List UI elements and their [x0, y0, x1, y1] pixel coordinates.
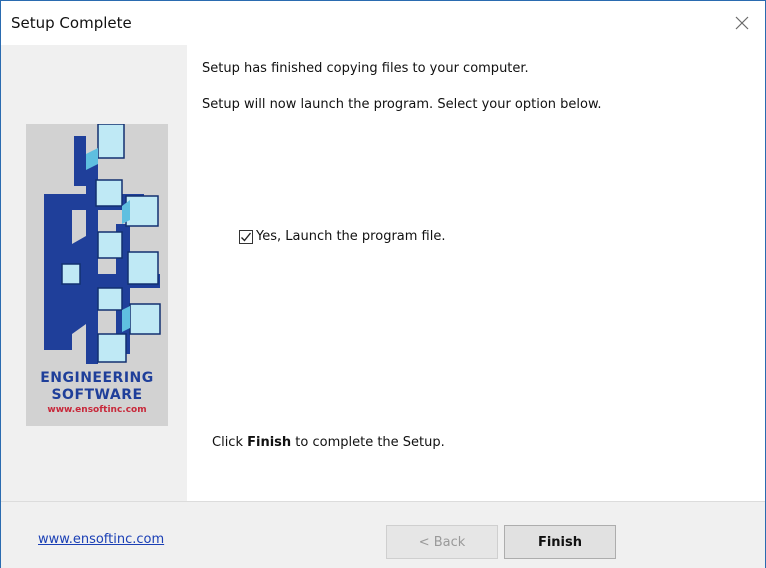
setup-dialog: Setup Complete ENGINEERING SOFTWARE www.…	[0, 0, 766, 568]
logo-graphic-icon	[44, 124, 161, 364]
finish-instruction: Click Finish to complete the Setup.	[212, 435, 445, 450]
copied-message: Setup has finished copying files to your…	[202, 61, 529, 76]
finish-button[interactable]: Finish	[504, 525, 616, 559]
finish-instruction-bold: Finish	[247, 435, 292, 450]
close-icon	[735, 16, 749, 30]
dialog-footer: www.ensoftinc.com < Back Finish	[1, 501, 765, 568]
website-link[interactable]: www.ensoftinc.com	[38, 532, 164, 547]
window-title: Setup Complete	[11, 14, 132, 32]
finish-instruction-suffix: to complete the Setup.	[291, 435, 445, 450]
logo-url: www.ensoftinc.com	[47, 405, 147, 415]
logo-text-software: SOFTWARE	[51, 387, 143, 403]
company-logo: ENGINEERING SOFTWARE www.ensoftinc.com	[26, 124, 168, 426]
title-bar: Setup Complete	[1, 1, 765, 45]
finish-instruction-prefix: Click	[212, 435, 248, 450]
back-button[interactable]: < Back	[386, 525, 498, 559]
launch-program-option[interactable]: Yes, Launch the program file.	[239, 229, 445, 244]
close-button[interactable]	[727, 9, 757, 37]
launch-info-message: Setup will now launch the program. Selec…	[202, 97, 602, 112]
launch-program-label: Yes, Launch the program file.	[256, 229, 446, 244]
launch-program-checkbox[interactable]	[239, 229, 253, 244]
side-panel: ENGINEERING SOFTWARE www.ensoftinc.com	[1, 45, 187, 501]
dialog-content: ENGINEERING SOFTWARE www.ensoftinc.com S…	[1, 45, 765, 501]
checkmark-icon	[241, 232, 252, 242]
logo-text-engineering: ENGINEERING	[40, 370, 154, 386]
